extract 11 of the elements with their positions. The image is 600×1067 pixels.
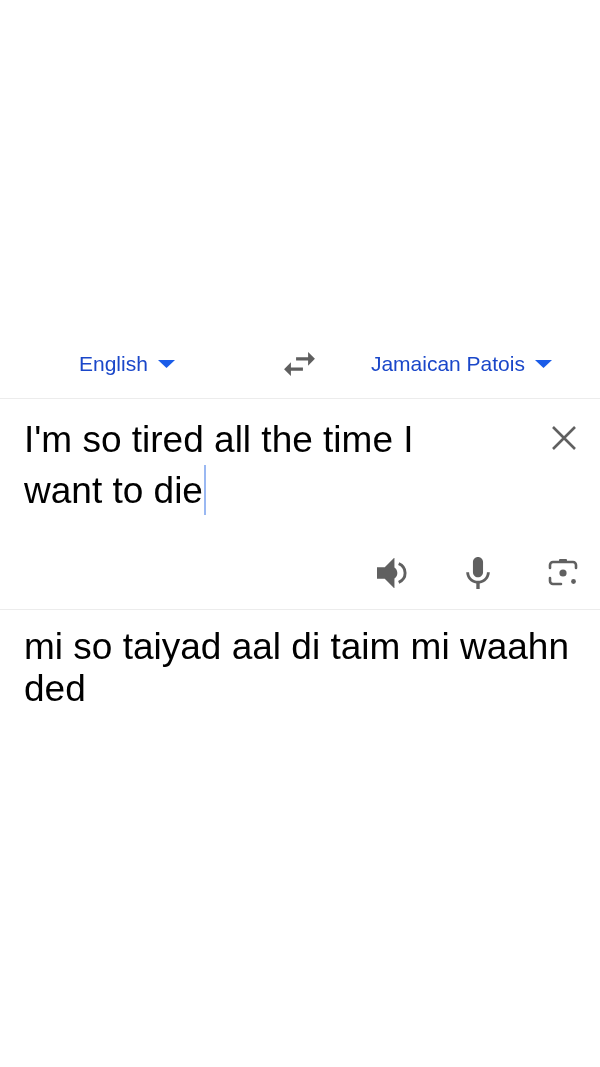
source-language-button[interactable]: English — [79, 348, 175, 380]
target-language-button[interactable]: Jamaican Patois — [370, 348, 552, 380]
swap-languages-icon[interactable] — [283, 352, 315, 376]
camera-icon[interactable] — [548, 558, 578, 588]
microphone-icon[interactable] — [466, 557, 490, 589]
translation-text: mi so taiyad aal di taim mi waahn ded — [24, 626, 570, 710]
input-field[interactable]: I'm so tired all the time I want to die — [24, 415, 474, 516]
speaker-icon[interactable] — [377, 558, 408, 588]
caret-icon — [157, 360, 175, 368]
caret-icon — [534, 360, 552, 368]
close-icon[interactable] — [551, 425, 577, 451]
